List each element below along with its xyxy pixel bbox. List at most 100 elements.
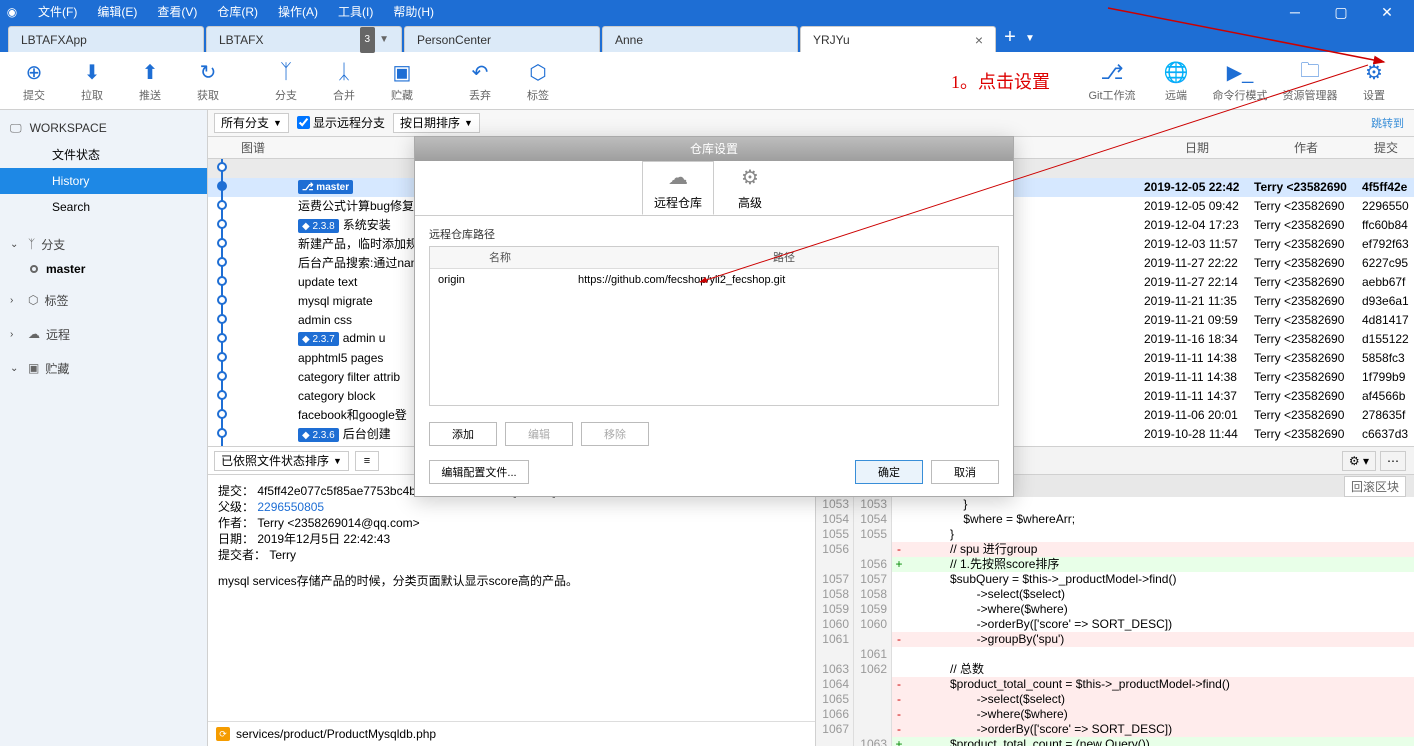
fetch-icon: ↻ bbox=[200, 59, 217, 87]
diff-line[interactable]: 10571057 $subQuery = $this->_productMode… bbox=[816, 572, 1414, 587]
diff-line[interactable]: 1056- // spu 进行group bbox=[816, 542, 1414, 557]
diff-line[interactable]: 1067- ->orderBy(['score' => SORT_DESC]) bbox=[816, 722, 1414, 737]
sort-mode-select[interactable]: 已依照文件状态排序 ▼ bbox=[214, 451, 349, 471]
window-close-button[interactable]: ✕ bbox=[1364, 0, 1410, 24]
commit-details: 提交： 4f5ff42e077c5f85ae7753bc4be876e8b17e… bbox=[208, 475, 815, 721]
menu-view[interactable]: 查看(V) bbox=[147, 0, 207, 24]
annotation-text: 1。点击设置 bbox=[951, 72, 1050, 92]
add-remote-button[interactable]: 添加 bbox=[429, 422, 497, 446]
cli-button[interactable]: ▶_命令行模式 bbox=[1208, 55, 1272, 107]
diff-settings-button[interactable]: ⚙ ▾ bbox=[1342, 451, 1376, 471]
tab-yrjyu[interactable]: YRJYu× bbox=[800, 26, 996, 52]
edit-remote-button[interactable]: 编辑 bbox=[505, 422, 573, 446]
sidebar-tags-group[interactable]: ›⬡标签 bbox=[0, 286, 207, 314]
diff-line[interactable]: 10541054 $where = $whereArr; bbox=[816, 512, 1414, 527]
sidebar-branch-master[interactable]: master bbox=[0, 258, 207, 280]
tab-personcenter[interactable]: PersonCenter bbox=[404, 26, 600, 52]
stash-icon: ▣ bbox=[28, 361, 39, 375]
diff-line[interactable]: 10601060 ->orderBy(['score' => SORT_DESC… bbox=[816, 617, 1414, 632]
sidebar-branches-group[interactable]: ⌄ᛉ分支 bbox=[0, 230, 207, 258]
col-date: 日期 bbox=[1140, 137, 1254, 158]
menu-edit[interactable]: 编辑(E) bbox=[87, 0, 147, 24]
discard-icon: ↶ bbox=[472, 59, 489, 87]
revert-hunk-button[interactable]: 回滚区块 bbox=[1344, 476, 1406, 497]
tab-close-icon[interactable]: × bbox=[975, 27, 983, 53]
stash-button[interactable]: ▣贮藏 bbox=[376, 55, 428, 107]
remote-button[interactable]: 🌐远端 bbox=[1150, 55, 1202, 107]
gear-icon: ⚙ bbox=[741, 165, 759, 190]
explorer-button[interactable]: 🗀资源管理器 bbox=[1278, 55, 1342, 107]
monitor-icon: 🖵 bbox=[10, 121, 22, 136]
pull-icon: ⬇ bbox=[84, 59, 101, 87]
tab-anne[interactable]: Anne bbox=[602, 26, 798, 52]
remove-remote-button[interactable]: 移除 bbox=[581, 422, 649, 446]
commit-label: 提交： bbox=[218, 484, 254, 498]
edit-config-button[interactable]: 编辑配置文件... bbox=[429, 460, 529, 484]
menu-repo[interactable]: 仓库(R) bbox=[207, 0, 268, 24]
sidebar-remotes-group[interactable]: ›☁远程 bbox=[0, 320, 207, 348]
sidebar-stashes-group[interactable]: ⌄▣贮藏 bbox=[0, 354, 207, 382]
parent-link[interactable]: 2296550805 bbox=[257, 500, 324, 514]
sidebar-history[interactable]: History bbox=[0, 168, 207, 194]
window-maximize-button[interactable]: ▢ bbox=[1318, 0, 1364, 24]
dialog-tab-advanced[interactable]: ⚙高级 bbox=[714, 161, 786, 215]
push-button[interactable]: ⬆推送 bbox=[124, 55, 176, 107]
diff-line[interactable]: 10531053 } bbox=[816, 497, 1414, 512]
remote-row[interactable]: origin https://github.com/fecshop/yii2_f… bbox=[430, 269, 998, 291]
diff-line[interactable]: 1061- ->groupBy('spu') bbox=[816, 632, 1414, 647]
commit-button[interactable]: ⊕提交 bbox=[8, 55, 60, 107]
modified-icon: ⟳ bbox=[216, 727, 230, 741]
terminal-icon: ▶_ bbox=[1227, 59, 1254, 87]
globe-icon: 🌐 bbox=[1164, 59, 1189, 87]
tab-dropdown-button[interactable]: ▼ bbox=[1022, 26, 1038, 52]
merge-button[interactable]: ᛣ合并 bbox=[318, 55, 370, 107]
diff-line[interactable]: 1064- $product_total_count = $this->_pro… bbox=[816, 677, 1414, 692]
diff-body[interactable]: 10531053 }10541054 $where = $whereArr;10… bbox=[816, 497, 1414, 746]
show-remote-checkbox[interactable]: 显示远程分支 bbox=[297, 114, 385, 131]
cancel-button[interactable]: 取消 bbox=[931, 460, 999, 484]
menu-action[interactable]: 操作(A) bbox=[268, 0, 328, 24]
diff-line[interactable]: 1061 bbox=[816, 647, 1414, 662]
menu-file[interactable]: 文件(F) bbox=[28, 0, 87, 24]
tab-add-button[interactable]: + bbox=[998, 26, 1022, 52]
view-mode-button[interactable]: ≡ bbox=[355, 451, 379, 471]
tag-button[interactable]: ⬡标签 bbox=[512, 55, 564, 107]
file-path: services/product/ProductMysqldb.php bbox=[236, 727, 436, 741]
chevron-right-icon: › bbox=[10, 329, 22, 340]
diff-line[interactable]: 1066- ->where($where) bbox=[816, 707, 1414, 722]
chevron-right-icon: › bbox=[10, 295, 22, 306]
diff-line[interactable]: 10591059 ->where($where) bbox=[816, 602, 1414, 617]
menu-tools[interactable]: 工具(I) bbox=[328, 0, 383, 24]
pull-button[interactable]: ⬇拉取 bbox=[66, 55, 118, 107]
diff-line[interactable]: 1056+ // 1.先按照score排序 bbox=[816, 557, 1414, 572]
branch-button[interactable]: ᛉ分支 bbox=[260, 55, 312, 107]
fetch-button[interactable]: ↻获取 bbox=[182, 55, 234, 107]
tab-lbtafx[interactable]: LBTAFX3▼ bbox=[206, 26, 402, 52]
diff-more-button[interactable]: ⋯ bbox=[1380, 451, 1406, 471]
tag-icon: ⬡ bbox=[28, 293, 38, 307]
tab-badge: 3 bbox=[360, 27, 376, 53]
jump-to-link[interactable]: 跳转到 bbox=[1371, 115, 1404, 131]
push-icon: ⬆ bbox=[142, 59, 159, 87]
cloud-icon: ☁ bbox=[28, 327, 40, 341]
dialog-tab-remote[interactable]: ☁远程仓库 bbox=[642, 161, 714, 215]
col-remote-path: 路径 bbox=[570, 247, 998, 268]
diff-line[interactable]: 1063+ $product_total_count = (new Query(… bbox=[816, 737, 1414, 746]
branch-filter-select[interactable]: 所有分支 ▼ bbox=[214, 113, 289, 133]
gitflow-button[interactable]: ⎇Git工作流 bbox=[1080, 55, 1144, 107]
diff-line[interactable]: 10631062 // 总数 bbox=[816, 662, 1414, 677]
merge-icon: ᛣ bbox=[338, 59, 350, 87]
diff-line[interactable]: 10551055 } bbox=[816, 527, 1414, 542]
ok-button[interactable]: 确定 bbox=[855, 460, 923, 484]
sidebar-search[interactable]: Search bbox=[0, 194, 207, 220]
changed-file-row[interactable]: ⟳ services/product/ProductMysqldb.php bbox=[208, 722, 815, 746]
settings-button[interactable]: ⚙设置 bbox=[1348, 55, 1400, 107]
sort-select[interactable]: 按日期排序 ▼ bbox=[393, 113, 480, 133]
sidebar-filestatus[interactable]: 文件状态 bbox=[0, 142, 207, 168]
diff-line[interactable]: 1065- ->select($select) bbox=[816, 692, 1414, 707]
window-minimize-button[interactable]: ─ bbox=[1272, 0, 1318, 24]
menu-help[interactable]: 帮助(H) bbox=[383, 0, 444, 24]
discard-button[interactable]: ↶丢弃 bbox=[454, 55, 506, 107]
diff-line[interactable]: 10581058 ->select($select) bbox=[816, 587, 1414, 602]
tab-lbtafxapp[interactable]: LBTAFXApp bbox=[8, 26, 204, 52]
